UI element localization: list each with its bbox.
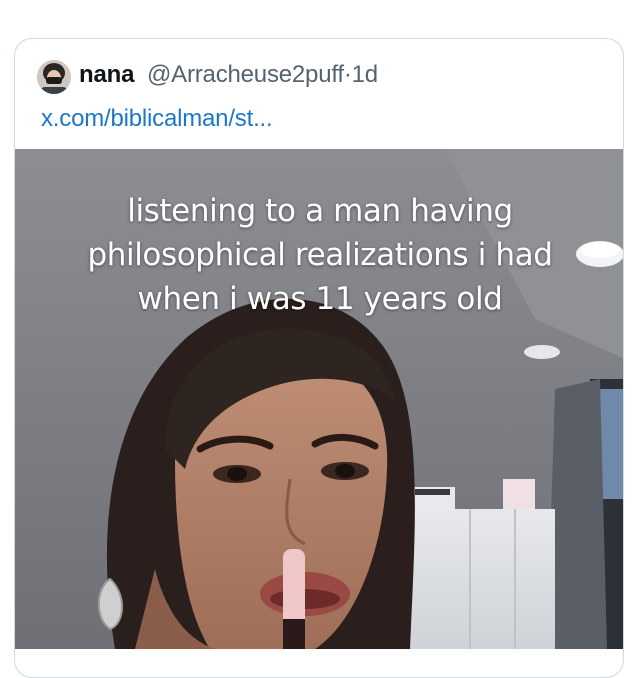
author-name[interactable]: nana bbox=[79, 61, 134, 89]
separator-dot: · bbox=[343, 61, 352, 88]
author-handle[interactable]: @Arracheuse2puff bbox=[147, 61, 344, 88]
video-caption: listening to a man having philosophical … bbox=[15, 189, 623, 321]
timestamp[interactable]: 1d bbox=[352, 61, 378, 88]
tweet-header: nana @Arracheuse2puff·1d bbox=[15, 39, 623, 97]
avatar-image bbox=[37, 60, 71, 94]
video-media[interactable]: listening to a man having philosophical … bbox=[15, 149, 623, 649]
quoted-tweet-card[interactable]: nana @Arracheuse2puff·1d x.com/biblicalm… bbox=[14, 38, 624, 678]
caption-line: philosophical realizations i had bbox=[87, 237, 553, 273]
tweet-link[interactable]: x.com/biblicalman/st... bbox=[41, 105, 273, 133]
caption-line: when i was 11 years old bbox=[137, 281, 503, 317]
avatar[interactable] bbox=[37, 60, 71, 94]
author-handle-and-time: @Arracheuse2puff·1d bbox=[147, 61, 378, 89]
caption-line: listening to a man having bbox=[127, 193, 513, 229]
